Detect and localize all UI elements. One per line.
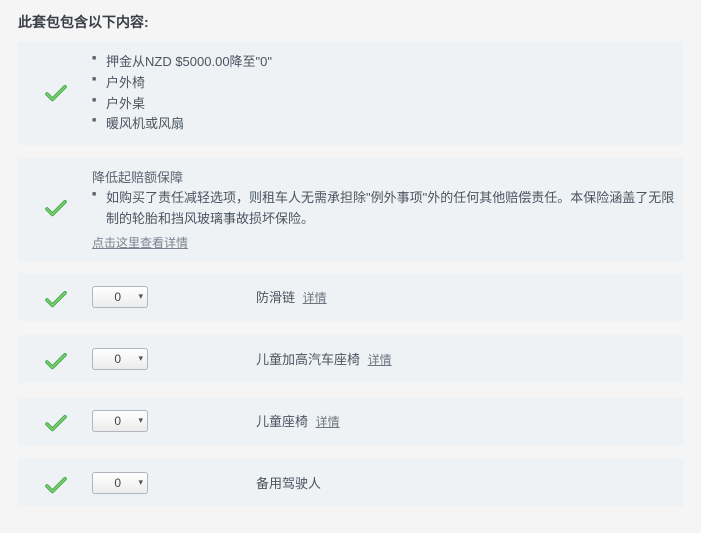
quantity-stepper[interactable]: 0 ▾ (92, 472, 148, 494)
insurance-body: 如购买了责任减轻选项，则租车人无需承担除"例外事项"外的任何其他赔偿责任。本保险… (92, 188, 675, 230)
option-row: 0 ▾ 儿童加高汽车座椅 详情 (18, 335, 683, 383)
chevron-updown-icon: ▾ (138, 353, 143, 364)
check-icon (45, 477, 67, 495)
insurance-heading: 降低起赔额保障 (92, 167, 675, 186)
check-cell (26, 85, 86, 103)
option-label: 防滑链 (256, 290, 295, 305)
insurance-row: 降低起赔额保障 如购买了责任减轻选项，则租车人无需承担除"例外事项"外的任何其他… (18, 157, 683, 261)
option-label: 备用驾驶人 (256, 476, 321, 491)
quantity-value: 0 (97, 290, 138, 304)
option-label: 儿童座椅 (256, 414, 308, 429)
check-icon (45, 415, 67, 433)
check-icon (45, 85, 67, 103)
option-detail-link[interactable]: 详情 (368, 353, 392, 367)
includes-row: 押金从NZD $5000.00降至"0" 户外椅 户外桌 暖风机或风扇 (18, 42, 683, 145)
quantity-stepper[interactable]: 0 ▾ (92, 348, 148, 370)
list-item: 户外桌 (92, 94, 675, 115)
check-icon (45, 353, 67, 371)
chevron-updown-icon: ▾ (138, 415, 143, 426)
package-title: 此套包包含以下内容: (18, 12, 683, 32)
check-cell (26, 347, 86, 371)
check-icon (45, 200, 67, 218)
option-label: 儿童加高汽车座椅 (256, 352, 360, 367)
list-item: 暖风机或风扇 (92, 114, 675, 135)
quantity-value: 0 (97, 414, 138, 428)
list-item: 户外椅 (92, 73, 675, 94)
quantity-value: 0 (97, 352, 138, 366)
quantity-stepper[interactable]: 0 ▾ (92, 286, 148, 308)
includes-list: 押金从NZD $5000.00降至"0" 户外椅 户外桌 暖风机或风扇 (92, 52, 675, 135)
chevron-updown-icon: ▾ (138, 477, 143, 488)
option-row: 0 ▾ 备用驾驶人 (18, 459, 683, 507)
option-detail-link[interactable]: 详情 (316, 415, 340, 429)
chevron-updown-icon: ▾ (138, 291, 143, 302)
option-row: 0 ▾ 儿童座椅 详情 (18, 397, 683, 445)
quantity-value: 0 (97, 476, 138, 490)
check-cell (26, 409, 86, 433)
check-cell (26, 285, 86, 309)
option-detail-link[interactable]: 详情 (303, 291, 327, 305)
list-item: 押金从NZD $5000.00降至"0" (92, 52, 675, 73)
check-icon (45, 291, 67, 309)
check-cell (26, 471, 86, 495)
option-row: 0 ▾ 防滑链 详情 (18, 273, 683, 321)
check-cell (26, 200, 86, 218)
insurance-details-link[interactable]: 点击这里查看详情 (92, 234, 188, 251)
quantity-stepper[interactable]: 0 ▾ (92, 410, 148, 432)
